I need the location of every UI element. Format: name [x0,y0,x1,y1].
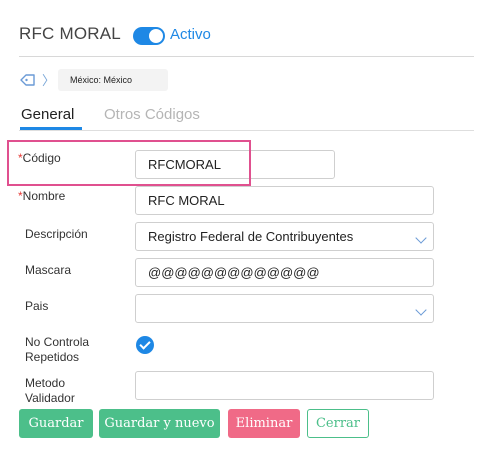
save-button[interactable]: Guardar [19,409,93,438]
mascara-field[interactable]: @@@@@@@@@@@@@ [135,258,434,287]
tab-general[interactable]: General [21,106,74,123]
tag-icon[interactable] [20,73,36,87]
nombre-field[interactable]: RFC MORAL [135,186,434,215]
pais-label: Pais [25,299,49,313]
nombre-label: *Nombre [18,189,66,203]
metodo-validador-label: Metodo Validador [25,376,75,405]
descripcion-select[interactable]: Registro Federal de Contribuyentes [135,222,434,251]
tab-otros-codigos[interactable]: Otros Códigos [104,106,200,123]
chevron-down-icon [415,232,427,244]
pais-select[interactable] [135,294,434,323]
close-button[interactable]: Cerrar [307,409,369,438]
status-toggle-label: Activo [170,26,211,43]
save-and-new-button[interactable]: Guardar y nuevo [99,409,220,438]
codigo-highlight-box [7,140,251,186]
descripcion-label: Descripción [25,227,88,241]
descripcion-value: Registro Federal de Contribuyentes [148,229,354,244]
breadcrumb-location[interactable]: México: México [58,69,168,91]
chevron-down-icon [415,304,427,316]
chevron-right-icon: 〉 [42,73,56,88]
toggle-knob [149,29,163,43]
delete-button[interactable]: Eliminar [228,409,300,438]
no-controla-repetidos-checkbox[interactable] [136,336,154,354]
mascara-label: Mascara [25,263,72,277]
no-controla-repetidos-label: No Controla Repetidos [25,335,90,364]
page-title: RFC MORAL [19,24,121,43]
header-divider [19,56,474,57]
tab-divider [19,130,474,131]
status-toggle[interactable] [133,27,165,45]
metodo-validador-field[interactable] [135,371,434,400]
